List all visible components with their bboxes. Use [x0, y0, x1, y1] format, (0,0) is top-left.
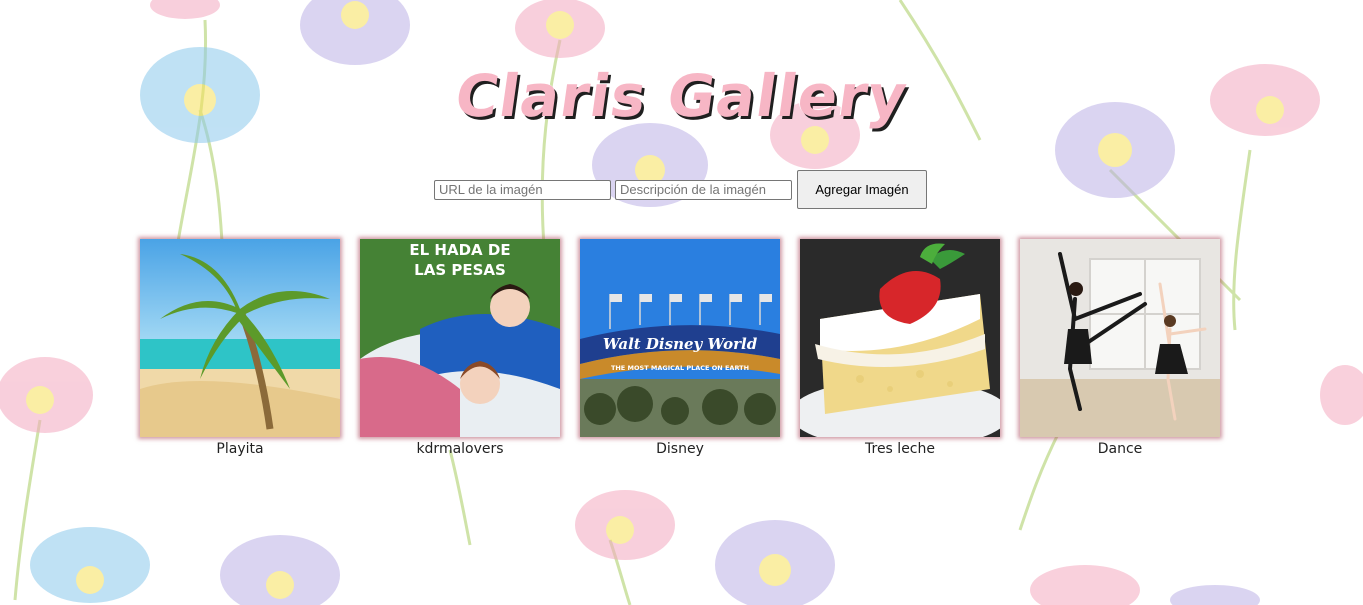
image-gallery: Playita EL HADA DE LAS PESAS kdrmalovers…	[140, 239, 1220, 457]
kdrama-poster-image: EL HADA DE LAS PESAS	[360, 239, 560, 437]
page-title: Claris Gallery	[451, 62, 912, 130]
gallery-card[interactable]: Tres leche	[800, 239, 1000, 457]
gallery-card[interactable]: Dance	[1020, 239, 1220, 457]
image-url-input[interactable]	[434, 179, 611, 200]
disney-logo-text: Walt Disney World	[603, 335, 758, 353]
gallery-card[interactable]: EL HADA DE LAS PESAS kdrmalovers	[360, 239, 560, 457]
gallery-caption: Tres leche	[865, 441, 935, 457]
beach-palm-image	[140, 239, 340, 437]
gallery-caption: Playita	[216, 441, 264, 457]
image-description-input[interactable]	[615, 179, 792, 200]
svg-text:EL HADA DE: EL HADA DE	[409, 241, 510, 259]
disney-tagline: THE MOST MAGICAL PLACE ON EARTH	[611, 364, 749, 372]
cake-image	[800, 239, 1000, 437]
svg-text:LAS PESAS: LAS PESAS	[414, 261, 506, 279]
dancers-image	[1020, 239, 1220, 437]
add-image-form: Agregar Imagén	[434, 170, 927, 209]
disney-gate-image: Walt Disney World THE MOST MAGICAL PLACE…	[580, 239, 780, 437]
gallery-caption: kdrmalovers	[416, 441, 504, 457]
gallery-card[interactable]: Playita	[140, 239, 340, 457]
add-image-button[interactable]: Agregar Imagén	[797, 170, 927, 209]
gallery-caption: Dance	[1097, 441, 1143, 457]
gallery-caption: Disney	[656, 441, 704, 457]
gallery-card[interactable]: Walt Disney World THE MOST MAGICAL PLACE…	[580, 239, 780, 457]
